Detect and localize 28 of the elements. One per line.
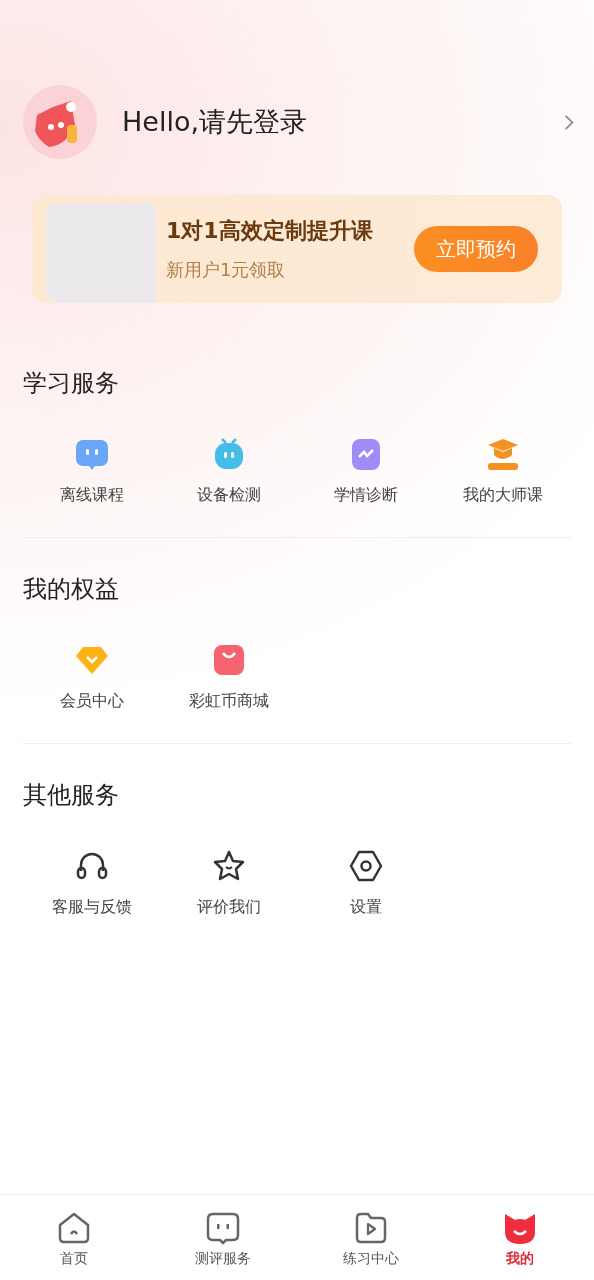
tab-bar-item[interactable]: 首页 bbox=[0, 1195, 149, 1280]
chevron-right-icon[interactable] bbox=[564, 113, 574, 131]
section-title: 我的权益 bbox=[23, 574, 120, 605]
shopping-bag-icon[interactable] bbox=[211, 643, 246, 677]
banner-title: 1对1高效定制提升课 bbox=[166, 217, 374, 245]
service-label[interactable]: 我的大师课 bbox=[462, 483, 543, 507]
login-prompt[interactable]: Hello,请先登录 bbox=[122, 104, 564, 140]
service-label[interactable]: 客服与反馈 bbox=[51, 895, 132, 919]
settings-icon[interactable] bbox=[348, 849, 383, 883]
mascot-avatar[interactable] bbox=[23, 85, 97, 159]
tab-bar-item[interactable]: 我的 bbox=[445, 1195, 594, 1280]
section-title: 其他服务 bbox=[23, 780, 120, 811]
service-label[interactable]: 设置 bbox=[349, 895, 382, 919]
service-label[interactable]: 离线课程 bbox=[59, 483, 124, 507]
service-label[interactable]: 评价我们 bbox=[196, 895, 261, 919]
section-title: 学习服务 bbox=[23, 368, 120, 399]
chat-bubble-icon[interactable] bbox=[74, 437, 109, 471]
banner-subtitle: 新用户1元领取 bbox=[166, 258, 287, 282]
star-icon[interactable] bbox=[211, 849, 246, 883]
service-label[interactable]: 学情诊断 bbox=[333, 483, 398, 507]
tab-bar-item[interactable]: 练习中心 bbox=[297, 1195, 446, 1280]
service-label[interactable]: 会员中心 bbox=[59, 689, 124, 713]
graduate-icon[interactable] bbox=[485, 437, 520, 471]
chat-icon bbox=[204, 1210, 241, 1246]
service-label[interactable]: 设备检测 bbox=[196, 483, 261, 507]
promo-banner[interactable]: 1对1高效定制提升课 新用户1元领取 立即预约 bbox=[32, 195, 562, 303]
tab-bar-item[interactable]: 测评服务 bbox=[148, 1195, 297, 1280]
service-label[interactable]: 彩虹币商城 bbox=[188, 689, 269, 713]
